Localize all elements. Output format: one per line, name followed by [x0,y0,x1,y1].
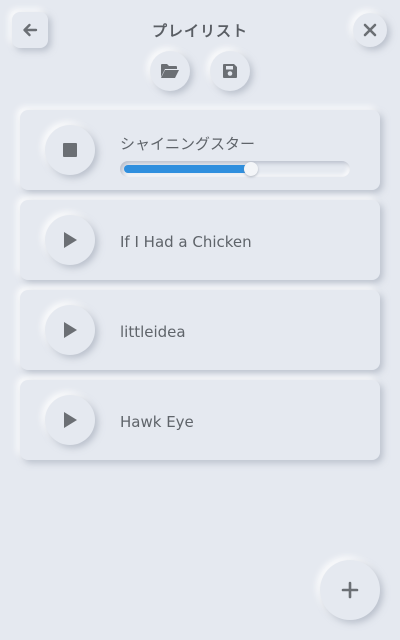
play-button[interactable] [45,305,95,355]
play-button[interactable] [45,395,95,445]
folder-open-icon [161,64,179,78]
add-track-button[interactable] [320,560,380,620]
page-title: プレイリスト [151,22,248,40]
close-icon [363,23,377,37]
stop-button[interactable] [45,125,95,175]
track-title: Hawk Eye [120,413,194,431]
open-playlist-button[interactable] [150,51,190,91]
save-playlist-button[interactable] [210,51,250,91]
play-icon [64,322,77,338]
close-button[interactable] [353,13,387,47]
playlist-item-now-playing[interactable]: シャイニングスター [20,110,380,190]
progress-slider[interactable] [120,161,350,177]
play-icon [64,412,77,428]
progress-fill [124,165,251,173]
playlist-item[interactable]: If I Had a Chicken [20,200,380,280]
track-title: littleidea [120,323,186,341]
plus-icon [341,581,359,599]
playlist-item[interactable]: littleidea [20,290,380,370]
stop-icon [63,143,77,157]
track-title: シャイニングスター [120,135,256,153]
save-icon [223,64,237,78]
play-button[interactable] [45,215,95,265]
track-title: If I Had a Chicken [120,233,252,251]
play-icon [64,232,77,248]
progress-knob[interactable] [244,162,258,176]
playlist-item[interactable]: Hawk Eye [20,380,380,460]
